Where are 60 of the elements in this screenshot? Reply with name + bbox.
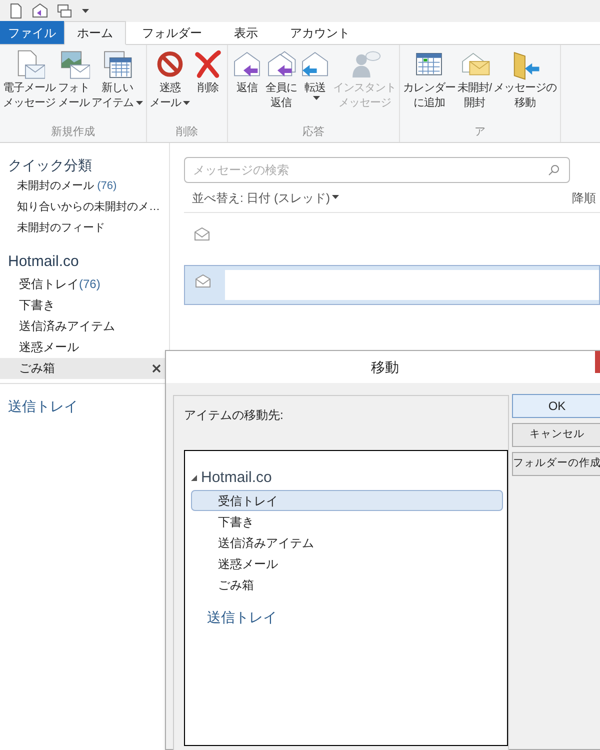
group-label: 削除 [174, 124, 199, 140]
folder-item[interactable]: 迷惑メール [0, 336, 169, 358]
file-tab[interactable]: ファイル [0, 21, 64, 44]
group-label: 新規作成 [50, 124, 96, 140]
folder-item[interactable]: 未開封のメール (76) [17, 176, 117, 197]
folder-item[interactable]: 下書き [0, 294, 169, 316]
envelope-icon [195, 274, 211, 288]
ribbon-button[interactable]: メッセージの 移動 [492, 49, 558, 124]
ribbon-tab[interactable]: 表示 [218, 21, 274, 44]
ribbon-button[interactable]: 新しい アイテム [90, 49, 144, 124]
tree-item[interactable]: 受信トレイ [191, 490, 503, 510]
caret-icon [312, 96, 320, 101]
dialog-button[interactable]: キャンセル [512, 423, 600, 447]
folder-item[interactable]: 送信済みアイテム [0, 316, 169, 336]
folder-item[interactable]: 知り合いからの未開封のメ… [17, 197, 160, 218]
folder-tree[interactable]: Hotmail.co 受信トレイ 下書き 送信済みアイテム 迷惑メール ごみ箱 送信トレイ [184, 450, 508, 746]
sort-button[interactable]: 並べ替え: 日付 (スレッド) [192, 188, 339, 206]
ribbon-button[interactable]: 電子メール メッセージ [2, 49, 56, 124]
envelope-icon [194, 227, 210, 241]
reply-icon[interactable] [32, 3, 48, 19]
ribbon-tab[interactable]: ホーム [64, 21, 126, 45]
prompt-label: アイテムの移動先: [184, 407, 284, 424]
search-field[interactable]: メッセージの検索 [184, 157, 570, 183]
sort-order-button[interactable]: 降順 [572, 188, 600, 206]
ribbon-button[interactable]: 全員に 返信 [264, 49, 298, 124]
group-label: 応答 [302, 124, 326, 140]
ribbon-button[interactable]: 削除 [191, 49, 225, 124]
calendar-icon [101, 49, 133, 81]
caret-icon [183, 100, 190, 106]
ribbon-button[interactable]: 転送 [298, 49, 332, 124]
ribbon-button[interactable]: 未開封/ 開封 [456, 49, 493, 124]
ribbon-button[interactable]: カレンダー に追加 [402, 49, 456, 124]
delete-icon [192, 49, 224, 81]
ribbon-button[interactable]: 迷惑 メール [148, 49, 191, 124]
send-receive-icon[interactable] [56, 3, 72, 19]
account-name[interactable]: 送信トレイ [8, 398, 78, 414]
customize-caret-icon [82, 8, 89, 14]
close-icon[interactable] [152, 364, 161, 372]
tree-account[interactable]: Hotmail.co [201, 467, 272, 490]
new-document-icon[interactable] [8, 3, 24, 19]
ribbon-button[interactable]: 返信 [230, 49, 264, 124]
folder-item[interactable]: 未開封のフィード [17, 218, 105, 239]
tree-item[interactable]: 下書き [191, 510, 503, 532]
section-heading: クイック分類 [7, 156, 93, 175]
tree-item[interactable]: 送信済みアイテム [191, 532, 503, 552]
folder-item[interactable]: 受信トレイ(76) [0, 274, 169, 294]
expand-icon[interactable] [191, 475, 197, 482]
ribbon-tab[interactable]: アカウント [274, 21, 366, 44]
caret-icon [332, 195, 339, 200]
search-icon[interactable] [548, 164, 560, 176]
ribbon-button[interactable]: フォト メール [56, 49, 90, 124]
tree-account[interactable]: 送信トレイ [191, 606, 503, 628]
account-name: Hotmail.co [7, 252, 80, 272]
dialog-button[interactable]: OK [512, 394, 600, 418]
group-label: ア [473, 124, 486, 140]
dialog-title: 移動 [371, 358, 399, 376]
caret-icon [136, 100, 142, 106]
ribbon-tab[interactable]: フォルダー [126, 21, 218, 44]
tree-item[interactable]: ごみ箱 [191, 574, 503, 594]
tree-item[interactable]: 迷惑メール [191, 552, 503, 574]
